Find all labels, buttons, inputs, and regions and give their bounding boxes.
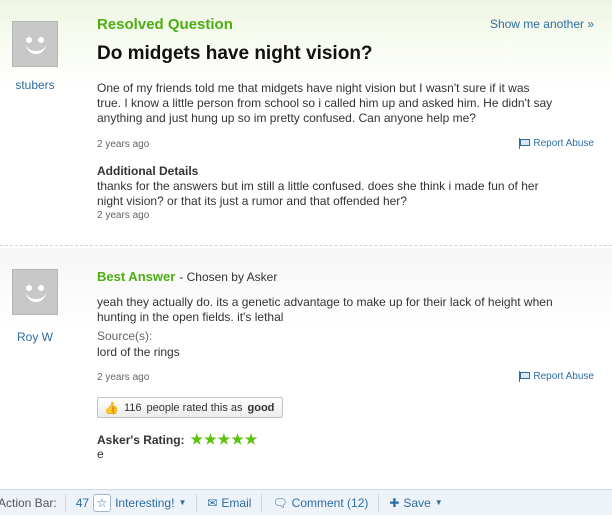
best-answer-heading: Best Answer - Chosen by Asker [97,269,277,284]
report-abuse-label: Report Abuse [533,138,594,149]
question-timestamp: 2 years ago [97,139,150,150]
report-abuse-label: Report Abuse [533,371,594,382]
save-label: Save [403,495,431,510]
question-body-line: anything and just hung up so im pretty c… [97,111,476,125]
email-label: Email [221,495,252,510]
asker-rating: Asker's Rating: ★★★★★ [97,431,258,448]
additional-details-line: thanks for the answers but im still a li… [97,179,539,193]
additional-details-timestamp: 2 years ago [97,210,150,221]
answerer-username[interactable]: Roy W [0,330,70,344]
avatar-mouth [26,292,46,302]
section-divider [0,245,612,246]
plus-icon: ✚ [389,495,400,510]
answer-body-line: yeah they actually do. its a genetic adv… [97,295,553,309]
best-answer-label: Best Answer [97,269,176,284]
rated-text: people rated this as [146,401,243,414]
asker-rating-label: Asker's Rating: [97,432,185,447]
interesting-button[interactable]: 47 ☆ Interesting! ▼ [66,493,198,512]
comment-label: Comment (12) [291,495,369,510]
question-report-abuse[interactable]: Report Abuse [519,138,594,149]
avatar-mouth [26,44,46,54]
additional-details-heading: Additional Details [97,164,199,178]
answer-section [0,248,612,480]
show-another-link[interactable]: Show me another » [490,17,594,31]
action-bar-label: Action Bar: [0,493,66,512]
star-icon: ☆ [93,493,112,512]
avatar-eye [26,285,32,291]
chosen-by-label: - Chosen by Asker [179,270,278,284]
rated-good-button[interactable]: 👍 116 people rated this as good [97,397,284,418]
flag-icon [519,371,531,382]
interesting-count: 47 [75,495,90,510]
chevron-down-icon: ▼ [178,498,187,507]
avatar-eye [38,285,44,291]
avatar-eye [38,37,44,43]
save-button[interactable]: ✚ Save ▼ [379,494,452,512]
avatar-eye [26,37,32,43]
rated-word: good [247,401,275,414]
resolved-question-heading: Resolved Question [97,16,233,33]
comment-icon: 🗨 [272,495,288,510]
sources-label: Source(s): [97,329,153,343]
interesting-label: Interesting! [115,495,175,510]
answer-body: yeah they actually do. its a genetic adv… [97,295,553,325]
rating-stars-icon: ★★★★★ [190,431,259,447]
chevron-down-icon: ▼ [434,498,443,507]
source-text: lord of the rings [97,345,180,359]
email-button[interactable]: ✉ Email [197,493,263,512]
additional-details-body: thanks for the answers but im still a li… [97,179,539,209]
additional-details-line: night vision? or that its just a rumor a… [97,194,407,208]
asker-avatar[interactable] [12,21,58,67]
mail-icon: ✉ [207,495,218,510]
question-body: One of my friends told me that midgets h… [97,81,552,126]
answer-body-line: hunting in the open fields. it's lethal [97,310,284,324]
question-body-line: One of my friends told me that midgets h… [97,81,530,95]
question-title: Do midgets have night vision? [97,43,373,64]
comment-button[interactable]: 🗨 Comment (12) [262,493,380,512]
asker-username[interactable]: stubers [0,78,70,92]
rated-count: 116 [123,401,142,414]
answerer-avatar[interactable] [12,269,58,315]
asker-comment: e [97,447,104,461]
flag-icon [519,138,531,149]
thumbs-up-icon: 👍 [104,400,119,415]
answer-report-abuse[interactable]: Report Abuse [519,371,594,382]
question-body-line: true. I know a little person from school… [97,96,553,110]
answer-timestamp: 2 years ago [97,372,150,383]
action-bar: Action Bar: 47 ☆ Interesting! ▼ ✉ Email … [0,489,612,515]
